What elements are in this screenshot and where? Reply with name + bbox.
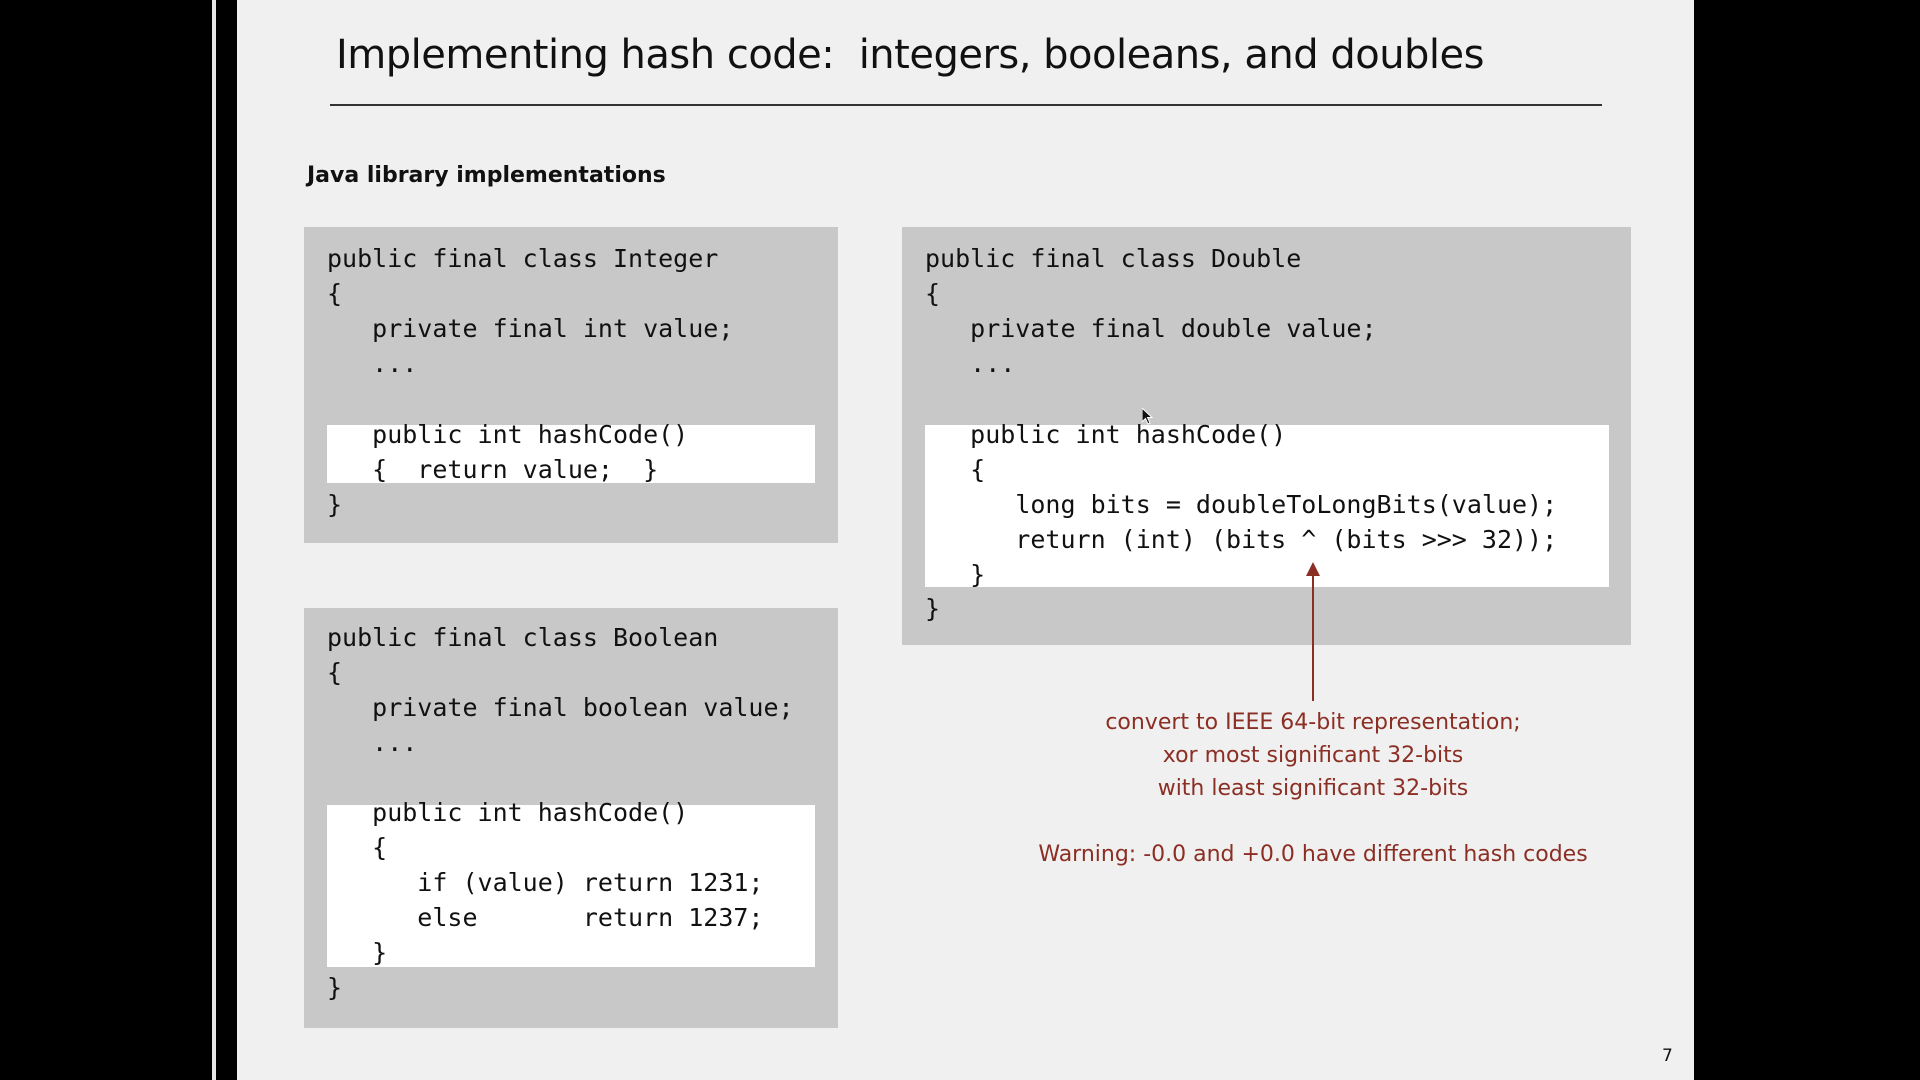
slide: Implementing hash code: integers, boolea…	[237, 0, 1694, 1080]
integer-hashcode-method: public int hashCode() { return value; }	[372, 420, 689, 484]
double-code-box: public final class Double { private fina…	[902, 227, 1631, 645]
boolean-code-box: public final class Boolean { private fin…	[304, 608, 838, 1028]
left-border-stripe	[212, 0, 216, 1080]
integer-code-box: public final class Integer { private fin…	[304, 227, 838, 543]
integer-class-header: public final class Integer { private fin…	[327, 244, 734, 378]
boolean-hashcode-method: public int hashCode() { if (value) retur…	[372, 798, 764, 967]
double-hash-explanation: convert to IEEE 64-bit representation; x…	[1105, 710, 1521, 801]
section-subtitle: Java library implementations	[307, 163, 666, 188]
integer-class-closing: }	[327, 490, 343, 519]
annotation-arrow-line	[1312, 574, 1314, 701]
negative-zero-warning: Warning: -0.0 and +0.0 have different ha…	[1038, 842, 1588, 867]
slide-title: Implementing hash code: integers, boolea…	[336, 32, 1485, 78]
boolean-class-header: public final class Boolean { private fin…	[327, 623, 794, 757]
page-number: 7	[1662, 1046, 1673, 1066]
mouse-cursor-icon	[1142, 408, 1154, 425]
boolean-class-closing: }	[327, 973, 343, 1002]
double-class-closing: }	[925, 594, 941, 623]
double-hashcode-method: public int hashCode() { long bits = doub…	[970, 420, 1558, 589]
title-divider	[330, 104, 1602, 106]
double-class-header: public final class Double { private fina…	[925, 244, 1377, 378]
